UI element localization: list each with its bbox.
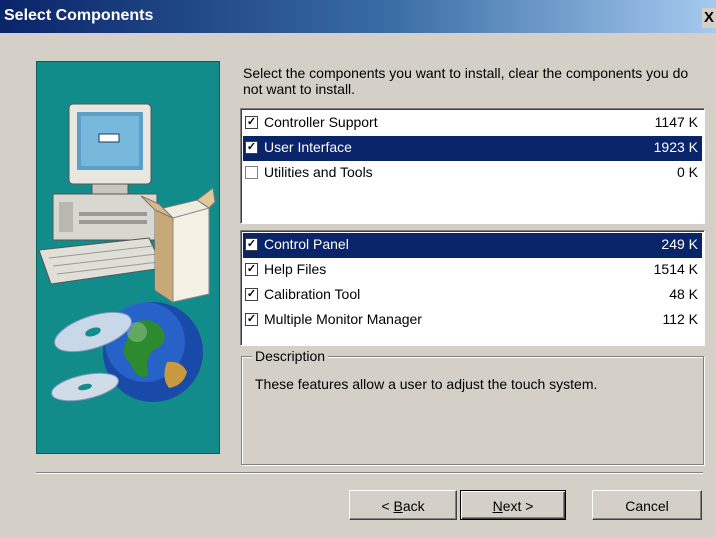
- component-size: 1514 K: [653, 261, 698, 277]
- instructions-text: Select the components you want to instal…: [243, 65, 689, 97]
- component-label: Controller Support: [264, 114, 378, 130]
- list-item[interactable]: ✓ Help Files 1514 K: [243, 258, 702, 283]
- checkbox[interactable]: [245, 166, 258, 179]
- list-item[interactable]: Utilities and Tools 0 K: [243, 161, 702, 186]
- component-size: 112 K: [662, 311, 698, 327]
- checkbox[interactable]: ✓: [245, 313, 258, 326]
- component-label: Multiple Monitor Manager: [264, 311, 422, 327]
- description-group: Description These features allow a user …: [241, 348, 704, 465]
- components-list[interactable]: ✓ Controller Support 1147 K ✓ User Inter…: [240, 108, 705, 224]
- checkbox[interactable]: ✓: [245, 141, 258, 154]
- back-accelerator: B: [393, 498, 403, 514]
- list-item[interactable]: ✓ Control Panel 249 K: [243, 233, 702, 258]
- component-label: User Interface: [264, 139, 352, 155]
- cancel-button[interactable]: Cancel: [592, 490, 702, 520]
- list-item[interactable]: ✓ Calibration Tool 48 K: [243, 283, 702, 308]
- next-suffix: ext >: [502, 498, 534, 514]
- list-item[interactable]: ✓ Controller Support 1147 K: [243, 111, 702, 136]
- close-icon[interactable]: X: [702, 8, 716, 28]
- component-label: Control Panel: [264, 236, 349, 252]
- wizard-banner: [36, 61, 220, 454]
- component-label: Help Files: [264, 261, 327, 277]
- component-size: 0 K: [676, 164, 698, 180]
- checkbox[interactable]: ✓: [245, 288, 258, 301]
- title-bar: Select Components X: [0, 0, 716, 33]
- component-size: 48 K: [669, 286, 698, 302]
- component-size: 1147 K: [654, 114, 698, 130]
- component-size: 249 K: [661, 236, 698, 252]
- window-title: Select Components: [4, 7, 154, 24]
- list-item[interactable]: ✓ User Interface 1923 K: [243, 136, 702, 161]
- computer-illustration: [38, 103, 164, 285]
- checkbox[interactable]: ✓: [245, 263, 258, 276]
- next-accelerator: N: [492, 498, 503, 514]
- select-components-dialog: Select Components X Select the component…: [0, 0, 716, 537]
- component-size: 1923 K: [653, 139, 698, 155]
- next-button[interactable]: Next >: [460, 490, 566, 520]
- back-suffix: ack: [402, 498, 425, 514]
- description-legend: Description: [252, 348, 329, 364]
- component-label: Utilities and Tools: [264, 164, 373, 180]
- subcomponents-list[interactable]: ✓ Control Panel 249 K ✓ Help Files 1514 …: [240, 230, 705, 346]
- back-button[interactable]: < Back: [349, 490, 457, 520]
- component-label: Calibration Tool: [264, 286, 361, 302]
- description-text: These features allow a user to adjust th…: [255, 376, 598, 392]
- list-item[interactable]: ✓ Multiple Monitor Manager 112 K: [243, 308, 702, 333]
- checkbox[interactable]: ✓: [245, 238, 258, 251]
- back-prefix: <: [381, 498, 394, 514]
- divider: [36, 472, 703, 474]
- checkbox[interactable]: ✓: [245, 116, 258, 129]
